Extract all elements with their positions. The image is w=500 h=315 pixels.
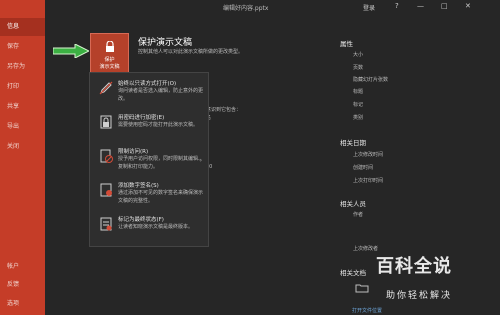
related-people-heading: 相关人员 xyxy=(340,200,366,208)
menu-item-mark-final[interactable]: 标记为最终状态(F) 让读者知晓演示文稿是最终版本。 xyxy=(90,213,208,245)
nav-options[interactable]: 选项 xyxy=(0,295,45,313)
nav-share[interactable]: 共享 xyxy=(0,98,45,116)
restrict-access-icon xyxy=(100,149,113,163)
title-bar: 编辑好内容.pptx 登录 ? — □ ✕ xyxy=(45,0,500,14)
menu-item-description: 通过添加不可见的数字签名来确保演示文稿的完整性。 xyxy=(118,190,204,204)
nav-account[interactable]: 帐户 xyxy=(0,258,45,276)
property-size: 大小 xyxy=(353,52,364,58)
menu-item-description: 授予用户访问权限，同时限制其编辑、复制和打印能力。 xyxy=(118,156,204,170)
final-document-icon xyxy=(100,217,112,231)
protect-presentation-button[interactable]: 保护 演示文稿 xyxy=(90,33,129,73)
menu-item-description: 让读者知晓演示文稿是最终版本。 xyxy=(118,224,194,230)
menu-item-read-only[interactable]: 始终以只读方式打开(O) 询问读者是否选入编辑，防止意外的更改。 xyxy=(90,77,208,109)
nav-info[interactable]: 信息 xyxy=(0,18,45,36)
menu-item-title: 标记为最终状态(F) xyxy=(118,217,164,223)
signature-icon xyxy=(100,183,112,197)
property-title[interactable]: 标题 xyxy=(353,88,363,95)
date-last-printed: 上次打印时间 xyxy=(353,178,384,184)
watermark: 百科全说 助你轻松解决 xyxy=(372,250,500,315)
document-title: 编辑好内容.pptx xyxy=(223,5,269,12)
nav-save-as[interactable]: 另存为 xyxy=(0,58,45,76)
watermark-text: 百科全说 xyxy=(376,256,452,277)
menu-item-digital-signature[interactable]: 添加数字签名(S) 通过添加不可见的数字签名来确保演示文稿的完整性。 xyxy=(90,179,208,211)
chevron-right-icon: › xyxy=(199,157,202,164)
protect-button-label-line1: 保护 xyxy=(104,57,115,63)
menu-item-description: 询问读者是否选入编辑，防止意外的更改。 xyxy=(118,88,204,102)
backstage-sidebar: 信息 保存 另存为 打印 共享 导出 关闭 帐户 反馈 选项 xyxy=(0,0,45,315)
maximize-button[interactable]: □ xyxy=(441,2,448,10)
pencil-icon xyxy=(99,81,113,95)
lock-key-icon xyxy=(100,115,112,129)
minimize-button[interactable]: — xyxy=(417,2,424,10)
date-created: 创建时间 xyxy=(353,165,374,171)
menu-item-title: 始终以只读方式打开(O) xyxy=(118,81,177,87)
protect-dropdown-menu: 始终以只读方式打开(O) 询问读者是否选入编辑，防止意外的更改。 用密码进行加密… xyxy=(89,72,209,247)
protect-button-label-line2: 演示文稿 xyxy=(99,64,120,70)
protect-section-description: 控制其他人可以对此演示文稿所做的更改类型。 xyxy=(138,49,244,55)
menu-item-title: 限制访问(R) xyxy=(118,149,149,155)
menu-item-description: 需要使用密码才能打开此演示文稿。 xyxy=(118,122,199,128)
help-button[interactable]: ? xyxy=(395,2,399,10)
nav-export[interactable]: 导出 xyxy=(0,118,45,136)
nav-close[interactable]: 关闭 xyxy=(0,138,45,156)
inspect-fragment: 意识到它包含： xyxy=(206,107,242,113)
related-dates-heading: 相关日期 xyxy=(340,139,366,147)
sign-in-link[interactable]: 登录 xyxy=(363,3,375,12)
menu-item-title: 用密码进行加密(E) xyxy=(118,115,165,121)
property-category[interactable]: 类别 xyxy=(353,114,363,121)
property-pages: 页数 xyxy=(353,65,364,71)
property-hidden-slides: 隐藏幻灯片张数 xyxy=(353,77,389,83)
lock-icon xyxy=(106,41,114,52)
watermark-subtext: 助你轻松解决 xyxy=(386,291,453,301)
menu-item-encrypt-password[interactable]: 用密码进行加密(E) 需要使用密码才能打开此演示文稿。 xyxy=(90,111,208,143)
people-author: 作者 xyxy=(353,212,364,218)
nav-save[interactable]: 保存 xyxy=(0,38,45,56)
menu-item-title: 添加数字签名(S) xyxy=(118,183,159,189)
green-arrow-icon xyxy=(53,44,89,58)
close-window-button[interactable]: ✕ xyxy=(465,2,471,10)
menu-item-restrict-access[interactable]: 限制访问(R) 授予用户访问权限，同时限制其编辑、复制和打印能力。 › xyxy=(90,145,208,177)
nav-feedback[interactable]: 反馈 xyxy=(0,276,45,294)
nav-print[interactable]: 打印 xyxy=(0,78,45,96)
protect-section-title: 保护演示文稿 xyxy=(138,38,193,48)
folder-icon[interactable] xyxy=(355,283,369,293)
property-tags[interactable]: 标记 xyxy=(353,101,363,108)
related-documents-heading: 相关文档 xyxy=(340,269,366,277)
date-last-modified: 上次修改时间 xyxy=(353,152,384,158)
properties-heading: 属性 xyxy=(340,40,353,48)
